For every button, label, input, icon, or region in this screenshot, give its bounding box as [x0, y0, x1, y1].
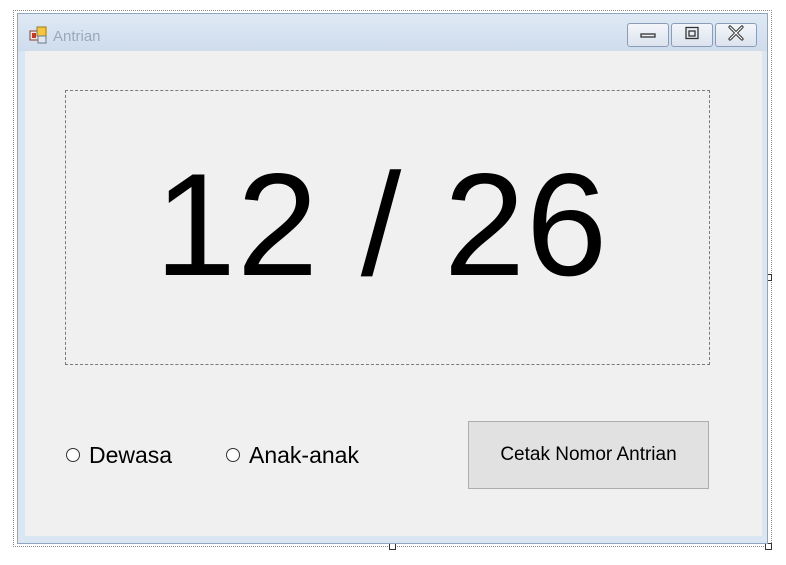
title-bar[interactable]: Antrian: [18, 14, 767, 51]
queue-display-panel: 12 / 26: [65, 90, 710, 365]
close-button[interactable]: [715, 23, 757, 47]
radio-dewasa-circle[interactable]: [66, 448, 80, 462]
form-window: Antrian 12 / 26 Dewasa Anak-anak Cetak N…: [17, 13, 768, 544]
radio-dewasa[interactable]: Dewasa: [66, 442, 172, 468]
radio-dewasa-label[interactable]: Dewasa: [89, 442, 172, 469]
minimize-button[interactable]: [627, 23, 669, 47]
app-icon: [29, 26, 47, 44]
minimize-icon: [640, 26, 656, 44]
maximize-icon: [684, 26, 700, 45]
radio-anak-anak[interactable]: Anak-anak: [226, 442, 359, 468]
close-icon: [727, 24, 745, 46]
resize-handle-corner[interactable]: [765, 543, 772, 550]
window-title: Antrian: [53, 28, 101, 45]
queue-number-display: 12 / 26: [154, 142, 609, 306]
print-queue-number-button[interactable]: Cetak Nomor Antrian: [468, 421, 709, 489]
maximize-button[interactable]: [671, 23, 713, 47]
radio-anak-anak-label[interactable]: Anak-anak: [249, 442, 359, 469]
form-client-area: 12 / 26 Dewasa Anak-anak Cetak Nomor Ant…: [25, 51, 762, 536]
resize-handle-bottom[interactable]: [389, 543, 396, 550]
radio-anak-anak-circle[interactable]: [226, 448, 240, 462]
